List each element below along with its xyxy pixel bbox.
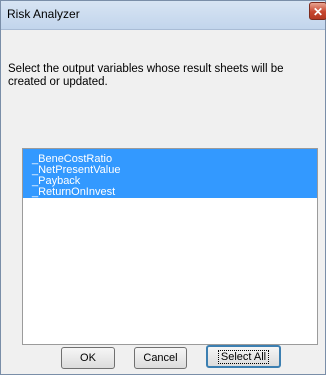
title-bar[interactable]: Risk Analyzer ✕	[1, 1, 326, 30]
close-icon: ✕	[312, 5, 324, 19]
list-item[interactable]: _ReturnOnInvest	[23, 187, 317, 198]
instructions-text: Select the output variables whose result…	[8, 63, 284, 88]
output-variables-listbox[interactable]: _BeneCostRatio _NetPresentValue _Payback…	[22, 148, 318, 345]
close-button[interactable]: ✕	[309, 2, 326, 20]
select-all-label: Select All	[217, 350, 270, 364]
select-all-button[interactable]: Select All	[206, 345, 281, 368]
window-title: Risk Analyzer	[7, 7, 80, 21]
cancel-button[interactable]: Cancel	[134, 347, 187, 369]
risk-analyzer-dialog: Risk Analyzer ✕ Select the output variab…	[0, 0, 326, 375]
ok-button[interactable]: OK	[61, 347, 115, 369]
